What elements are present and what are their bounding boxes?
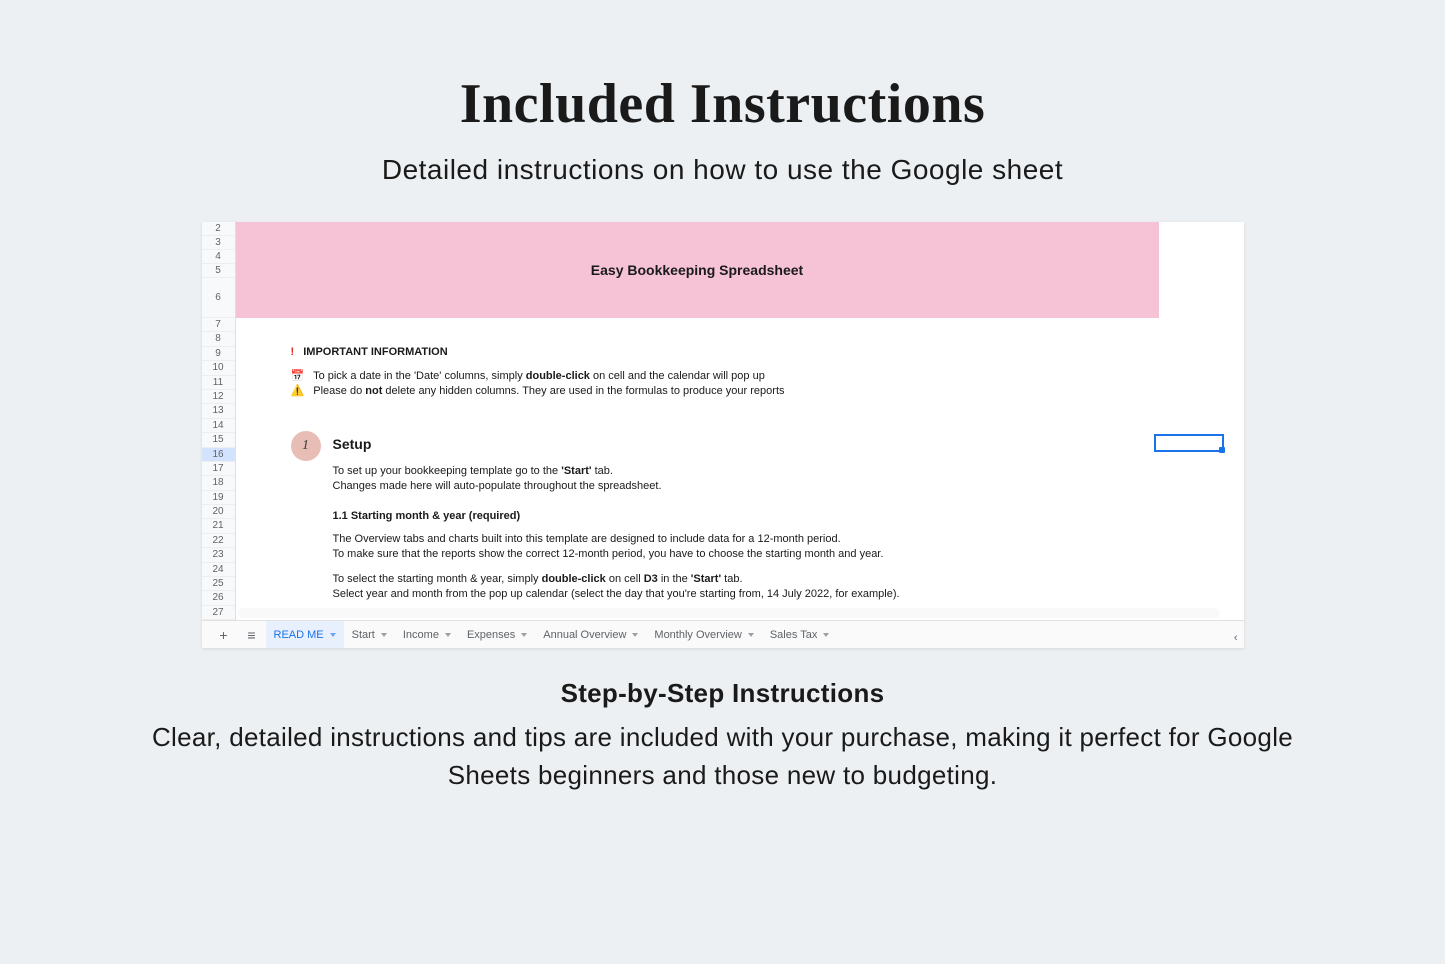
info1-bold: double-click <box>526 370 590 382</box>
chevron-down-icon <box>823 633 829 637</box>
tab-label: READ ME <box>274 629 324 641</box>
tab-expenses[interactable]: Expenses <box>459 621 535 649</box>
add-sheet-button[interactable]: + <box>210 621 238 649</box>
tab-label: Start <box>352 629 375 641</box>
info-line-warn: ⚠️ Please do not delete any hidden colum… <box>291 384 785 397</box>
sheet-tabs-bar: + ≡ READ ME Start Income Expenses Annual Ove… <box>202 620 1244 648</box>
row-number[interactable]: 4 <box>202 250 235 264</box>
row-number[interactable]: 6 <box>202 278 235 318</box>
row-number[interactable]: 11 <box>202 376 235 390</box>
tab-label: Annual Overview <box>543 629 626 641</box>
row-number[interactable]: 3 <box>202 236 235 250</box>
sheet-header-banner: Easy Bookkeeping Spreadsheet <box>236 222 1159 318</box>
row-number[interactable]: 13 <box>202 404 235 418</box>
setup-line1: To set up your bookkeeping template go t… <box>333 465 613 477</box>
chevron-down-icon <box>445 633 451 637</box>
tab-income[interactable]: Income <box>395 621 459 649</box>
row-number[interactable]: 16 <box>202 448 235 462</box>
row-number[interactable]: 5 <box>202 264 235 278</box>
row-number[interactable]: 17 <box>202 462 235 476</box>
calendar-icon: 📅 <box>291 370 305 382</box>
important-heading: ! IMPORTANT INFORMATION <box>291 346 448 358</box>
tab-sales-tax[interactable]: Sales Tax <box>762 621 838 649</box>
all-sheets-button[interactable]: ≡ <box>238 621 266 649</box>
info2-pre: Please do <box>313 385 365 397</box>
row-number[interactable]: 15 <box>202 433 235 447</box>
tab-label: Income <box>403 629 439 641</box>
spreadsheet-preview: 2345678910111213141516171819202122232425… <box>202 222 1244 648</box>
tab-monthly-overview[interactable]: Monthly Overview <box>646 621 761 649</box>
chevron-down-icon <box>632 633 638 637</box>
tab-start[interactable]: Start <box>344 621 395 649</box>
info2-post: delete any hidden columns. They are used… <box>382 385 784 397</box>
row-number[interactable]: 19 <box>202 491 235 505</box>
row-numbers-column: 2345678910111213141516171819202122232425… <box>202 222 236 635</box>
page-subtitle: Detailed instructions on how to use the … <box>0 154 1445 186</box>
chevron-down-icon <box>330 633 336 637</box>
tab-annual-overview[interactable]: Annual Overview <box>535 621 646 649</box>
active-cell-highlight[interactable] <box>1154 434 1224 452</box>
tab-label: Sales Tax <box>770 629 818 641</box>
row-number[interactable]: 2 <box>202 222 235 236</box>
sheet-content: ! IMPORTANT INFORMATION 📅 To pick a date… <box>236 318 1244 620</box>
row-number[interactable]: 24 <box>202 563 235 577</box>
chevron-down-icon <box>521 633 527 637</box>
info1-pre: To pick a date in the 'Date' columns, si… <box>313 370 526 382</box>
bottom-heading: Step-by-Step Instructions <box>0 678 1445 709</box>
horizontal-scrollbar[interactable] <box>238 608 1220 618</box>
step-number-badge: 1 <box>291 431 321 461</box>
info2-bold: not <box>365 385 382 397</box>
row-number[interactable]: 7 <box>202 318 235 332</box>
info1-post: on cell and the calendar will pop up <box>590 370 765 382</box>
tab-read-me[interactable]: READ ME <box>266 621 344 649</box>
row-number[interactable]: 20 <box>202 505 235 519</box>
info-line-date: 📅 To pick a date in the 'Date' columns, … <box>291 369 765 382</box>
row-number[interactable]: 22 <box>202 534 235 548</box>
tab-label: Monthly Overview <box>654 629 741 641</box>
cell-drag-handle[interactable] <box>1219 447 1225 453</box>
warning-icon: ⚠️ <box>291 385 305 397</box>
row-number[interactable]: 12 <box>202 390 235 404</box>
row-number[interactable]: 8 <box>202 332 235 346</box>
tab-label: Expenses <box>467 629 515 641</box>
chevron-down-icon <box>748 633 754 637</box>
page-title: Included Instructions <box>0 0 1445 136</box>
important-label: IMPORTANT INFORMATION <box>303 346 447 358</box>
important-icon: ! <box>291 346 295 358</box>
row-number[interactable]: 21 <box>202 519 235 533</box>
row-number[interactable]: 14 <box>202 419 235 433</box>
row-number[interactable]: 26 <box>202 591 235 605</box>
chevron-down-icon <box>381 633 387 637</box>
row-number[interactable]: 27 <box>202 606 235 620</box>
select-line2: Select year and month from the pop up ca… <box>333 588 900 600</box>
select-line1: To select the starting month & year, sim… <box>333 573 743 585</box>
row-number[interactable]: 25 <box>202 577 235 591</box>
subsection-heading: 1.1 Starting month & year (required) <box>333 510 521 522</box>
row-number[interactable]: 9 <box>202 347 235 361</box>
row-number[interactable]: 23 <box>202 548 235 562</box>
row-number[interactable]: 10 <box>202 361 235 375</box>
row-number[interactable]: 18 <box>202 476 235 490</box>
tab-scroll-left[interactable]: ‹ <box>1234 632 1238 644</box>
overview-line2: To make sure that the reports show the c… <box>333 548 884 560</box>
sheet-title: Easy Bookkeeping Spreadsheet <box>591 262 803 278</box>
step-title: Setup <box>333 436 372 452</box>
overview-line1: The Overview tabs and charts built into … <box>333 533 841 545</box>
bottom-description: Clear, detailed instructions and tips ar… <box>0 719 1445 794</box>
setup-line2: Changes made here will auto-populate thr… <box>333 480 662 492</box>
